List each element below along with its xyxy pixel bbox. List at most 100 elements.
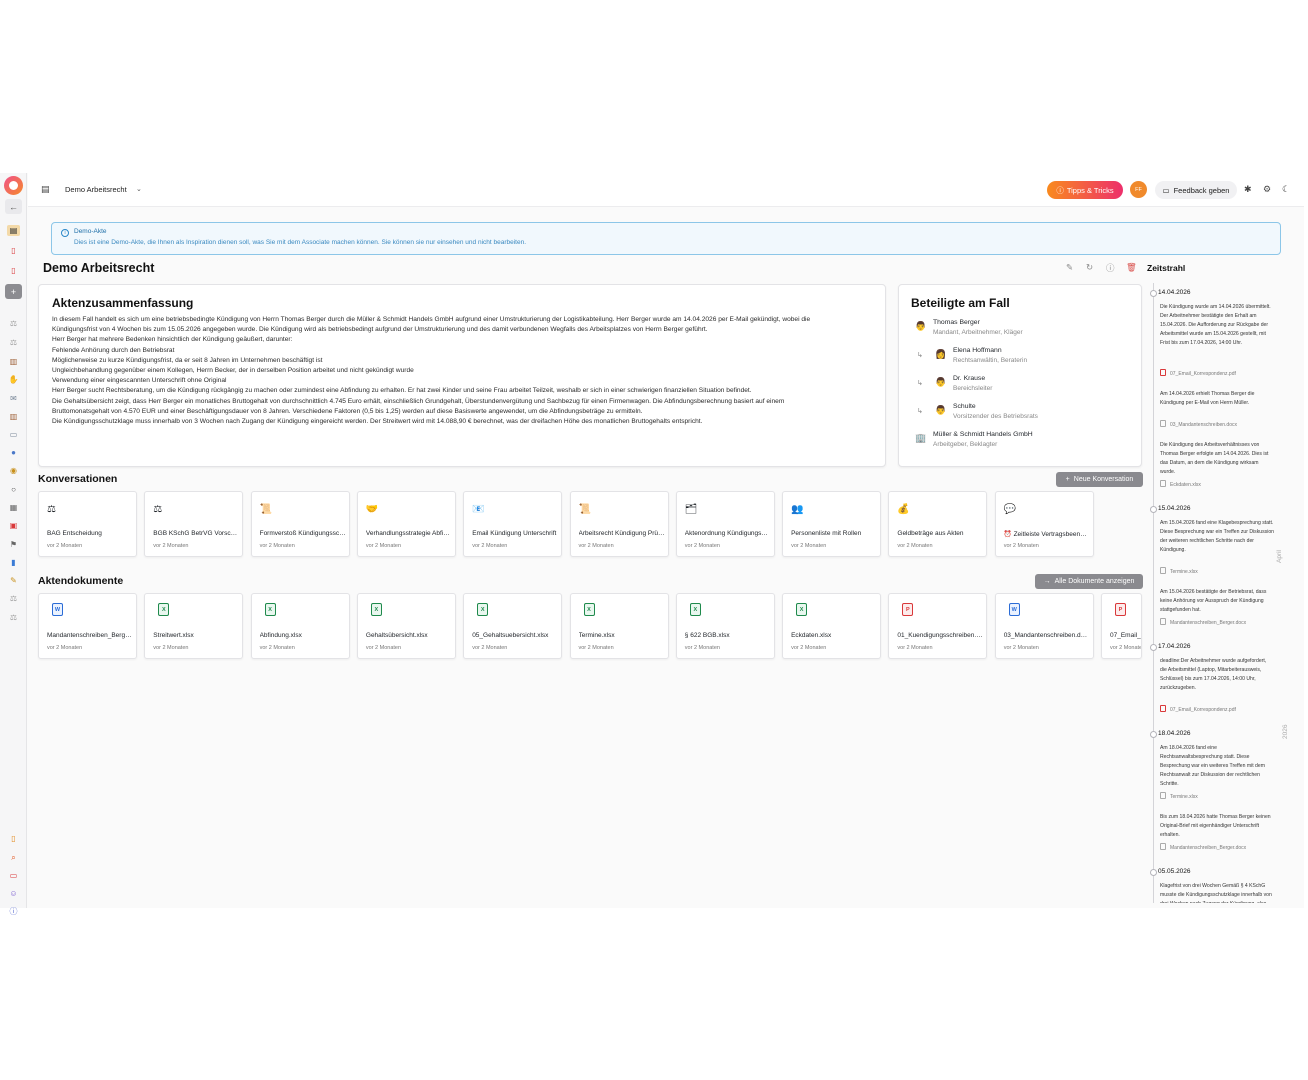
trash-icon[interactable]: 🗑 — [1126, 262, 1137, 273]
conversation-tile[interactable]: 🤝 Verhandlungsstrategie Abfindung vor 2 Mo… — [356, 491, 456, 557]
scales-icon[interactable]: ⚖ — [7, 337, 20, 348]
document-tile[interactable]: X Gehaltsübersicht.xlsx vor 2 Monaten — [356, 593, 456, 659]
scales-icon[interactable]: ⚖ — [7, 593, 20, 604]
case-file-icon[interactable]: ▤ — [7, 225, 20, 236]
handshake-icon[interactable]: ✋ — [7, 374, 20, 385]
flag-icon[interactable]: ⚑ — [7, 539, 20, 550]
pencil-icon[interactable]: ✎ — [7, 575, 20, 586]
conversation-tile[interactable]: 📜 Arbeitsrecht Kündigung Prüfung vor 2 Mon… — [569, 491, 669, 557]
gear-icon[interactable]: ⚙ — [1263, 184, 1271, 195]
timeline-date[interactable]: 15.04.2026 — [1158, 505, 1191, 512]
conversation-tile[interactable]: ⚖ BGB KSchG BetrVG Vorschriften vor 2 Mona… — [144, 491, 244, 557]
document-tile[interactable]: X Streitwert.xlsx vor 2 Monaten — [144, 593, 244, 659]
document-tile[interactable]: W 03_Mandantenschreiben.docx vor 2 Monaten — [994, 593, 1094, 659]
scales-icon[interactable]: ⚖ — [7, 318, 20, 329]
moneybag-icon[interactable]: ◉ — [7, 465, 20, 476]
all-documents-button[interactable]: → Alle Dokumente anzeigen — [1035, 574, 1143, 589]
document-tile[interactable]: X 05_Gehaltsuebersicht.xlsx vor 2 Monaten — [463, 593, 563, 659]
bug-icon[interactable]: ✱ — [1244, 184, 1252, 195]
document-tile[interactable]: X Termine.xlsx vor 2 Monaten — [569, 593, 669, 659]
info-icon[interactable]: ⓘ — [1106, 262, 1115, 274]
timeline-file-name: Mandantenschreiben_Berger.docx — [1170, 620, 1247, 626]
conversation-tile[interactable]: 👥 Personenliste mit Rollen vor 2 Monaten — [782, 491, 882, 557]
conversation-tile[interactable]: 📧 Email Kündigung Unterschrift vor 2 Monat… — [463, 491, 563, 557]
case-title[interactable]: Demo Arbeitsrecht — [65, 185, 127, 194]
conversation-time: vor 2 Monaten — [897, 543, 933, 549]
conversation-name: ⏰ Zeitleiste Vertragsbeendigung — [1003, 531, 1090, 538]
document-tile[interactable]: P 01_Kuendigungsschreiben.pdf vor 2 Monate… — [888, 593, 988, 659]
pdf-file-icon[interactable]: ▯ — [7, 245, 20, 256]
timeline[interactable]: 14.04.2026 Die Kündigung wurde am 14.04.2… — [1143, 283, 1289, 903]
conversation-tile[interactable]: 💬 ⏰ Zeitleiste Vertragsbeendigung vor 2 Mo… — [994, 491, 1094, 557]
book-icon[interactable]: ▭ — [7, 870, 20, 881]
timeline-date[interactable]: 14.04.2026 — [1158, 289, 1191, 296]
chevron-down-icon[interactable]: ⌄ — [136, 185, 142, 193]
scroll-icon[interactable]: ▥ — [7, 356, 20, 367]
speech-bubble-icon[interactable]: ○ — [7, 484, 20, 495]
info-icon[interactable]: ⓘ — [7, 906, 20, 917]
excel-file-icon — [1160, 480, 1166, 487]
timeline-event-file[interactable]: Mandantenschreiben_Berger.docx — [1160, 618, 1246, 626]
party-item[interactable]: ↳ 👩 Elena Hoffmann Rechtsanwältin, Berateri… — [913, 347, 1133, 371]
tips-button[interactable]: ⓘ Tipps & Tricks — [1047, 181, 1123, 199]
document-tile[interactable]: X § 622 BGB.xlsx vor 2 Monaten — [675, 593, 775, 659]
feedback-button[interactable]: ▭ Feedback geben — [1155, 181, 1237, 199]
scales-icon: ⚖ — [47, 504, 56, 515]
timeline-event-file[interactable]: Termine.xlsx — [1160, 567, 1198, 575]
back-arrow-icon[interactable]: ← — [5, 199, 22, 214]
timeline-event-file[interactable]: 07_Email_Korrespondenz.pdf — [1160, 369, 1236, 377]
scroll-icon[interactable]: ▥ — [7, 411, 20, 422]
party-item[interactable]: ↳ 👨 Schulte Vorsitzender des Betriebsrats — [913, 403, 1133, 427]
scales-icon[interactable]: ⚖ — [7, 612, 20, 623]
document-tile[interactable]: W Mandantenschreiben_Berger.docxvor 2 Mon… — [38, 593, 137, 659]
timeline-event-file[interactable]: Eckdaten.xlsx — [1160, 480, 1201, 488]
party-item[interactable]: 🏢 Müller & Schmidt Handels GmbH Arbeitgebe… — [913, 431, 1133, 455]
speech-bubble-icon: 💬 — [1003, 504, 1017, 515]
conversation-time: vor 2 Monaten — [153, 543, 189, 549]
search-icon[interactable]: ⌕ — [7, 852, 20, 863]
conversation-tile[interactable]: 🗂 Aktenordnung Kündigungsschutz vor 2 Mona… — [675, 491, 775, 557]
word-file-icon: W — [1008, 603, 1020, 616]
conversation-tile[interactable]: ⚖ BAG Entscheidung vor 2 Monaten — [38, 491, 137, 557]
edit-icon[interactable]: ✎ — [1066, 262, 1073, 273]
add-icon[interactable]: + — [5, 284, 22, 299]
layout-icon[interactable]: ▦ — [7, 502, 20, 513]
party-item[interactable]: ↳ 👨 Dr. Krause Bereichsleiter — [913, 375, 1133, 399]
pdf-file-icon[interactable]: ▯ — [7, 265, 20, 276]
timeline-date[interactable]: 17.04.2026 — [1158, 643, 1191, 650]
summary-line: Herr Berger sucht Rechtsberatung, um die… — [52, 387, 752, 395]
conversation-tile[interactable]: 💰 Geldbeträge aus Akten vor 2 Monaten — [888, 491, 988, 557]
document-tile[interactable]: P 07_Email_Korrespondenz.pdfvor 2 Monaten — [1101, 593, 1142, 659]
people-icon[interactable]: ● — [7, 447, 20, 458]
folder-icon[interactable]: ▭ — [7, 429, 20, 440]
scales-icon: ⚖ — [153, 504, 163, 515]
users-icon[interactable]: ☺ — [7, 888, 20, 899]
conversation-name: Email Kündigung Unterschrift — [472, 530, 557, 537]
new-conversation-button[interactable]: + Neue Konversation — [1056, 472, 1143, 487]
document-icon[interactable]: ▯ — [7, 833, 20, 844]
timeline-event-file[interactable]: Termine.xlsx — [1160, 792, 1198, 800]
avatar[interactable]: FF — [1130, 181, 1147, 198]
calendar-icon[interactable]: ▣ — [7, 520, 20, 531]
moneybag-icon: 💰 — [897, 504, 910, 515]
app-logo-icon[interactable] — [4, 176, 23, 195]
sidebar-toggle-icon[interactable]: ▤ — [41, 184, 50, 195]
chart-icon[interactable]: ▮ — [7, 557, 20, 568]
word-file-icon — [1160, 618, 1166, 625]
email-icon[interactable]: ✉ — [7, 393, 20, 404]
document-tile[interactable]: X Eckdaten.xlsx vor 2 Monaten — [782, 593, 882, 659]
help-circle-icon: ⓘ — [1056, 185, 1064, 195]
document-name: Eckdaten.xlsx — [791, 632, 832, 639]
party-item[interactable]: 👨 Thomas Berger Mandant, Arbeitnehmer, Klä… — [913, 319, 1133, 343]
conversation-time: vor 2 Monaten — [1003, 543, 1039, 549]
timeline-date[interactable]: 05.05.2026 — [1158, 868, 1191, 875]
handshake-icon: 🤝 — [365, 504, 379, 515]
timeline-event-file[interactable]: 07_Email_Korrespondenz.pdf — [1160, 705, 1236, 713]
moon-icon[interactable]: ☾ — [1282, 184, 1290, 195]
refresh-icon[interactable]: ↻ — [1086, 262, 1093, 273]
document-tile[interactable]: X Abfindung.xlsx vor 2 Monaten — [250, 593, 350, 659]
timeline-date[interactable]: 18.04.2026 — [1158, 730, 1191, 737]
conversation-tile[interactable]: 📜 Formverstoß Kündigungsschreiben vor 2 Mo… — [250, 491, 350, 557]
timeline-event-file[interactable]: Mandantenschreiben_Berger.docx — [1160, 843, 1246, 851]
timeline-event-file[interactable]: 03_Mandantenschreiben.docx — [1160, 420, 1237, 428]
